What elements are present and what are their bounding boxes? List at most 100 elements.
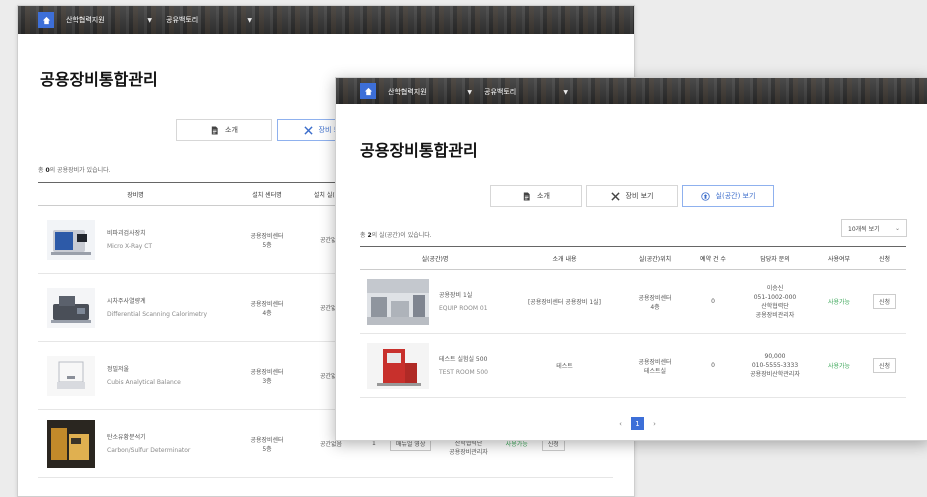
center-name: 공용장비센터 bbox=[250, 232, 284, 240]
col-header-status: 사용여부 bbox=[815, 246, 863, 270]
equipment-name: 정밀저울 bbox=[107, 365, 130, 373]
equipment-view-tab-label: 장비 보기 bbox=[625, 192, 654, 200]
center-name: 공용장비센터 bbox=[250, 300, 284, 308]
count-suffix: 의 공용장비가 있습니다. bbox=[49, 167, 111, 174]
equipment-name: 비파괴검사장치 bbox=[107, 229, 146, 237]
contact-phone: 051-1002-000 bbox=[753, 293, 797, 301]
chevron-down-icon: ⌄ bbox=[894, 224, 900, 232]
contact-org: 공용장비산학관리자 bbox=[750, 371, 800, 378]
equipment-thumbnail bbox=[47, 219, 95, 260]
col-header-contact: 담당자 문의 bbox=[735, 246, 815, 270]
breadcrumb-label: 공유백토리 bbox=[166, 16, 199, 24]
col-header-reservations: 예약 건 수 bbox=[691, 246, 735, 270]
table-row[interactable]: 공용장비 1실 EQUIP ROOM 01 [공용장비센터 공용장비 1실] 공용… bbox=[360, 269, 906, 334]
room-intro: [공용장비센터 공용장비 1실] bbox=[510, 269, 619, 334]
equipment-thumbnail bbox=[47, 355, 95, 396]
location-center: 공용장비센터 bbox=[638, 294, 672, 302]
building-icon bbox=[700, 191, 710, 201]
home-button[interactable] bbox=[38, 12, 54, 28]
tools-icon bbox=[610, 191, 620, 201]
breadcrumb-label: 산학협력지원 bbox=[66, 16, 105, 24]
center-floor: 3층 bbox=[262, 377, 272, 385]
caret-down-icon: ▼ bbox=[467, 88, 472, 96]
col-header-location: 실(공간)위치 bbox=[619, 246, 691, 270]
caret-down-icon: ▼ bbox=[563, 88, 568, 96]
equipment-view-tab[interactable]: 장비 보기 bbox=[586, 185, 678, 207]
status-badge: 사용가능 bbox=[815, 269, 863, 334]
room-name: 공용장비 1실 bbox=[439, 291, 473, 299]
top-nav-bar: 산학협력지원 ▼ 공유백토리 ▼ bbox=[336, 78, 927, 104]
table-row[interactable]: 테스트 실험실 500 TEST ROOM 500 테스트 공용장비센터 테스트실 … bbox=[360, 333, 906, 398]
contact-phone: 010-5555-3333 bbox=[751, 362, 799, 369]
caret-down-icon: ▼ bbox=[247, 16, 252, 24]
center-name: 공용장비센터 bbox=[250, 436, 284, 444]
document-icon bbox=[523, 191, 530, 201]
contact-org: 산학협력단 bbox=[761, 302, 789, 310]
location-floor: 테스트실 bbox=[643, 367, 667, 375]
home-icon bbox=[42, 16, 50, 24]
room-name-en: EQUIP ROOM 01 bbox=[439, 304, 488, 312]
next-page-button[interactable]: › bbox=[648, 417, 661, 430]
location-floor: 4층 bbox=[650, 303, 660, 311]
intro-tab-label: 소개 bbox=[225, 126, 238, 134]
intro-tab[interactable]: 소개 bbox=[490, 185, 582, 207]
per-page-value: 10개씩 보기 bbox=[848, 225, 880, 233]
room-name: 테스트 실험실 500 bbox=[439, 355, 488, 363]
equipment-name-en: Carbon/Sulfur Determinator bbox=[107, 446, 191, 454]
center-floor: 5층 bbox=[262, 241, 272, 249]
col-header-intro: 소개 내용 bbox=[510, 246, 619, 270]
breadcrumb-dropdown-2[interactable]: 공유백토리 ▼ bbox=[160, 13, 258, 27]
home-button[interactable] bbox=[360, 83, 376, 99]
contact-role: 공용장비관리자 bbox=[449, 449, 488, 456]
result-count: 총 2의 실(공간)이 있습니다. bbox=[360, 230, 432, 239]
caret-down-icon: ▼ bbox=[147, 16, 152, 24]
room-intro: 테스트 bbox=[510, 333, 619, 398]
breadcrumb-dropdown-1[interactable]: 산학협력지원 ▼ bbox=[382, 85, 478, 99]
breadcrumb-label: 산학협력지원 bbox=[388, 88, 427, 96]
breadcrumb-dropdown-2[interactable]: 공유백토리 ▼ bbox=[478, 85, 574, 99]
top-nav-bar: 산학협력지원 ▼ 공유백토리 ▼ bbox=[18, 6, 634, 34]
col-header-room-name: 실(공간)명 bbox=[360, 246, 510, 270]
center-floor: 4층 bbox=[262, 309, 272, 317]
equipment-name-en: Micro X-Ray CT bbox=[107, 242, 153, 250]
equipment-thumbnail bbox=[47, 287, 95, 328]
tools-icon bbox=[303, 125, 313, 135]
equipment-name-en: Differential Scanning Calorimetry bbox=[107, 310, 208, 318]
apply-button[interactable]: 신청 bbox=[872, 294, 897, 309]
apply-button[interactable]: 신청 bbox=[872, 358, 897, 373]
equipment-name: 탄소유황분석기 bbox=[107, 433, 146, 441]
equipment-thumbnail bbox=[47, 419, 95, 468]
home-icon bbox=[364, 87, 372, 95]
page-number-button[interactable]: 1 bbox=[631, 417, 644, 430]
room-view-tab[interactable]: 실(공간) 보기 bbox=[682, 185, 774, 207]
reservation-count: 0 bbox=[691, 333, 735, 398]
room-list-window: 산학협력지원 ▼ 공유백토리 ▼ 공용장비통합관리 소개 장비 보기 실(공간)… bbox=[335, 77, 927, 441]
equipment-name-en: Cubis Analytical Balance bbox=[107, 378, 181, 386]
room-thumbnail bbox=[367, 278, 429, 325]
center-floor: 5층 bbox=[262, 445, 272, 453]
intro-tab[interactable]: 소개 bbox=[176, 119, 272, 141]
status-badge: 사용가능 bbox=[815, 333, 863, 398]
count-suffix: 의 실(공간)이 있습니다. bbox=[371, 232, 432, 239]
room-table: 실(공간)명 소개 내용 실(공간)위치 예약 건 수 담당자 문의 사용여부 … bbox=[360, 246, 906, 398]
breadcrumb-label: 공유백토리 bbox=[484, 88, 517, 96]
col-header-apply: 신청 bbox=[863, 246, 906, 270]
center-name: 공용장비센터 bbox=[250, 368, 284, 376]
reservation-count: 1 bbox=[372, 440, 376, 447]
document-icon bbox=[211, 125, 218, 135]
per-page-select[interactable]: 10개씩 보기 ⌄ bbox=[841, 219, 907, 237]
prev-page-button[interactable]: ‹ bbox=[614, 417, 627, 430]
contact-name: 90,000 bbox=[764, 353, 786, 360]
contact-name: 이승신 bbox=[766, 284, 784, 292]
reservation-count: 0 bbox=[691, 269, 735, 334]
contact-role: 공용장비관리자 bbox=[755, 311, 795, 319]
pagination: ‹ 1 › bbox=[614, 417, 661, 430]
room-name-en: TEST ROOM 500 bbox=[439, 368, 488, 376]
result-count: 총 0의 공용장비가 있습니다. bbox=[38, 165, 111, 174]
page-title: 공용장비통합관리 bbox=[40, 70, 158, 89]
room-thumbnail bbox=[367, 342, 429, 389]
col-header-center: 설치 센터명 bbox=[233, 182, 301, 206]
location-center: 공용장비센터 bbox=[638, 358, 672, 366]
breadcrumb-dropdown-1[interactable]: 산학협력지원 ▼ bbox=[60, 13, 158, 27]
room-view-tab-label: 실(공간) 보기 bbox=[715, 192, 756, 200]
